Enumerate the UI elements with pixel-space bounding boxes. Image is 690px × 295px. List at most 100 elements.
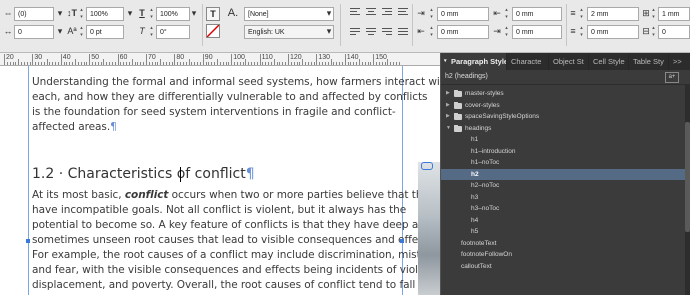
ruler-tick	[324, 62, 326, 65]
first-line-indent-field[interactable]: 0 mm	[512, 7, 562, 21]
style-row[interactable]: h2	[441, 168, 690, 180]
style-group-row[interactable]: ▶ spaceSavingStyleOptions	[441, 111, 690, 122]
ruler-tick	[63, 62, 65, 65]
ruler-label: 130	[318, 54, 331, 61]
style-row[interactable]: h2–noToc	[441, 180, 690, 191]
baseline-shift-field[interactable]: 0 pt	[86, 25, 124, 39]
stepper-icon[interactable]: ▴ ▾	[428, 7, 435, 21]
tab-cell-styles[interactable]: Cell Style	[589, 53, 629, 70]
justify-left-icon[interactable]	[350, 28, 360, 38]
type-fill-toggle[interactable]: T	[206, 7, 220, 21]
stroke-none-toggle[interactable]	[206, 24, 220, 38]
tracking-field[interactable]: (0)	[14, 7, 54, 21]
ruler-tick	[89, 54, 91, 65]
ruler-tick	[333, 62, 335, 65]
ruler-tick	[330, 59, 332, 65]
style-row[interactable]: calloutText	[441, 261, 690, 272]
horizontal-scale-field[interactable]: 100%	[156, 7, 190, 21]
expand-right-icon[interactable]: ▶	[446, 100, 450, 111]
style-group-row[interactable]: ▼ headings	[441, 123, 690, 134]
document-page[interactable]: ········································…	[0, 66, 440, 295]
stepper-icon[interactable]: ▴ ▾	[78, 25, 85, 39]
panel-more-button[interactable]: >>	[669, 53, 690, 70]
expand-down-icon[interactable]: ▼	[446, 123, 451, 134]
kerning-field[interactable]: 0	[14, 25, 54, 39]
stepper-icon[interactable]: ▴ ▾	[148, 25, 155, 39]
language-select[interactable]: English: UK	[244, 25, 334, 39]
chevron-down-icon[interactable]: ▾	[126, 6, 134, 20]
last-line-indent-field[interactable]: 0 mm	[512, 25, 562, 39]
style-label: h1–noToc	[471, 159, 500, 166]
stepper-icon[interactable]: ▴ ▾	[650, 7, 657, 21]
ruler-tick	[38, 62, 40, 65]
horizontal-ruler[interactable]: 20 30 40 50 60 70 80 90 100 110 120 130 140 150	[0, 53, 440, 66]
frame-handle[interactable]	[400, 239, 404, 243]
align-right-icon[interactable]	[382, 8, 392, 18]
justify-all-icon[interactable]	[398, 28, 408, 38]
ruler-tick	[353, 62, 355, 65]
ruler-tick	[185, 62, 187, 65]
section-heading[interactable]: 1.2 · Characteristics of conflict¶	[32, 166, 255, 182]
text-line: each, and how they are differentially vu…	[32, 91, 428, 103]
skew-field[interactable]: 0°	[156, 25, 190, 39]
chevron-down-icon[interactable]: ▾	[56, 24, 64, 38]
tab-object-styles[interactable]: Object St	[549, 53, 589, 70]
align-center-icon[interactable]	[366, 8, 376, 18]
justify-right-icon[interactable]	[382, 28, 392, 38]
style-row[interactable]: h1–noToc	[441, 157, 690, 168]
space-after-field[interactable]: 0 mm	[587, 25, 639, 39]
expand-right-icon[interactable]: ▶	[446, 88, 450, 99]
stepper-icon[interactable]: ▴ ▾	[650, 25, 657, 39]
style-row[interactable]: h3	[441, 192, 690, 203]
space-before-field[interactable]: 2 mm	[587, 7, 639, 21]
style-group-row[interactable]: ▶ cover-styles	[441, 100, 690, 111]
space-grid-field[interactable]: 1 mm	[658, 7, 690, 21]
ruler-label: 120	[290, 54, 302, 61]
stepper-icon[interactable]: ▴ ▾	[503, 25, 510, 39]
current-style-label: h2 (headings)	[445, 73, 488, 80]
stepper-icon[interactable]: ▴ ▾	[503, 7, 510, 21]
style-row[interactable]: footnoteText	[441, 238, 690, 249]
style-row[interactable]: h5	[441, 226, 690, 237]
tab-table-styles[interactable]: Table Sty	[629, 53, 669, 70]
style-row[interactable]: h4	[441, 215, 690, 226]
stepper-icon[interactable]: ▴ ▾	[578, 25, 585, 39]
scrollbar-thumb[interactable]	[685, 122, 690, 232]
character-style-select[interactable]: [None]	[244, 7, 334, 21]
stepper-icon[interactable]: ▴ ▾	[148, 7, 155, 21]
drop-cap-field[interactable]: 0	[658, 25, 690, 39]
expand-right-icon[interactable]: ▶	[446, 111, 450, 122]
style-row[interactable]: h3–noToc	[441, 203, 690, 214]
stepper-icon[interactable]: ▴ ▾	[578, 7, 585, 21]
stepper-icon[interactable]: ▴ ▾	[78, 7, 85, 21]
tab-character-styles[interactable]: Characte	[507, 53, 549, 70]
align-left-icon[interactable]	[350, 8, 360, 18]
chevron-down-icon[interactable]: ▾	[190, 6, 198, 20]
ruler-tick	[57, 62, 59, 65]
collapse-icon[interactable]: ▾	[444, 53, 447, 70]
right-indent-field[interactable]: 0 mm	[437, 25, 489, 39]
style-group-row[interactable]: ▶ master-styles	[441, 88, 690, 99]
ruler-label: 40	[62, 54, 71, 61]
left-indent-field[interactable]: 0 mm	[437, 7, 489, 21]
new-style-icon[interactable]: a+	[665, 72, 679, 83]
ruler-tick	[262, 62, 264, 65]
frame-handle[interactable]	[26, 239, 30, 243]
text-run: At its most basic,	[32, 189, 125, 201]
vertical-scale-field[interactable]: 100%	[86, 7, 124, 21]
tab-paragraph-styles[interactable]: ▾ Paragraph Styles	[441, 53, 507, 70]
style-row[interactable]: footnoteFollowOn	[441, 249, 690, 260]
chevron-down-icon[interactable]: ▾	[325, 6, 333, 20]
justify-center-icon[interactable]	[366, 28, 376, 38]
divider	[412, 4, 413, 46]
style-row[interactable]: h1	[441, 134, 690, 145]
image-frame[interactable]	[418, 162, 440, 295]
link-icon[interactable]	[421, 162, 433, 170]
chevron-down-icon[interactable]: ▾	[56, 6, 64, 20]
align-towards-spine-icon[interactable]	[398, 8, 408, 18]
panel-scrollbar[interactable]	[685, 84, 690, 295]
stepper-icon[interactable]: ▴ ▾	[428, 25, 435, 39]
style-row[interactable]: h1–introduction	[441, 146, 690, 157]
ruler-tick	[234, 62, 236, 65]
chevron-down-icon[interactable]: ▾	[325, 24, 333, 38]
